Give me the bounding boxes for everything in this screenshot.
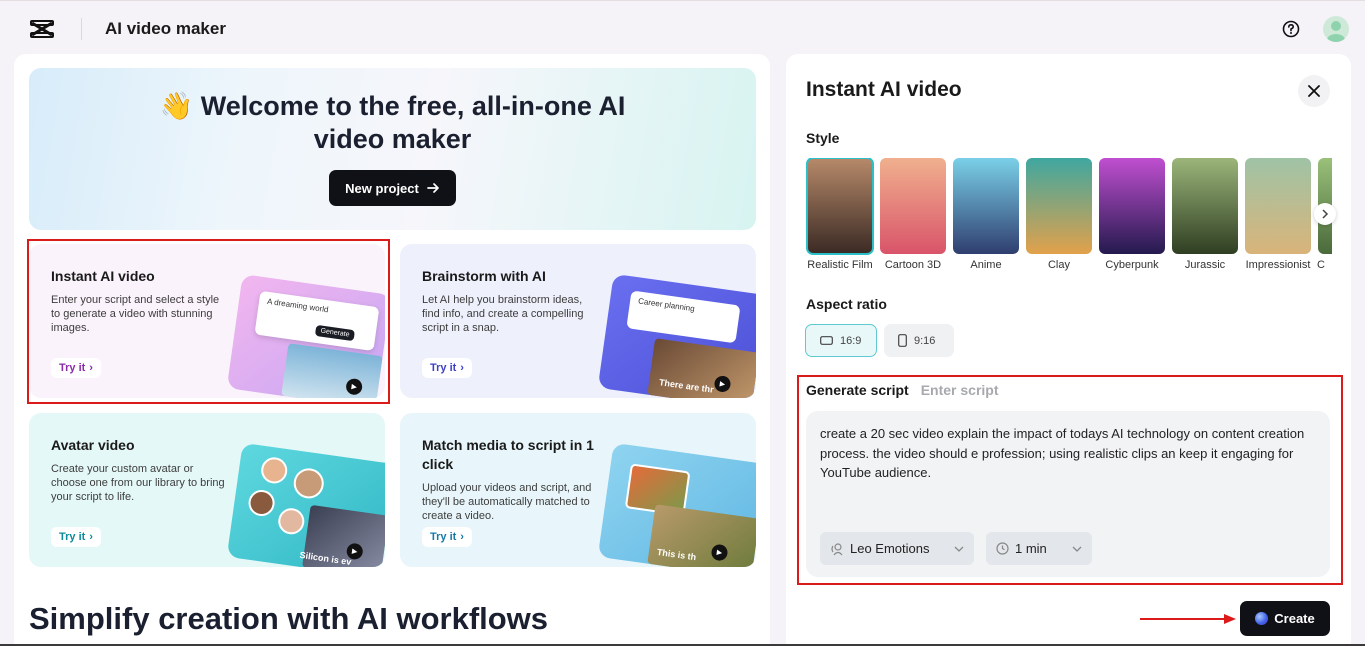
styles-next-button[interactable] xyxy=(1314,203,1336,225)
aspect-9-16-button[interactable]: 9:16 xyxy=(884,324,954,357)
welcome-title-line1: 👋 Welcome to the free, all-in-one AI xyxy=(159,91,626,121)
style-name: Cartoon 3D xyxy=(884,259,942,271)
try-it-button[interactable]: Try it › xyxy=(422,527,472,547)
user-avatar[interactable] xyxy=(1323,16,1349,42)
style-thumbnail xyxy=(1026,158,1092,254)
style-label: Style xyxy=(806,130,840,146)
card-thumbnail: Career planning There are thr ▶ xyxy=(597,273,756,398)
style-thumbnail xyxy=(806,158,874,255)
style-option-cyberpunk[interactable]: Cyberpunk xyxy=(1098,158,1166,271)
try-it-button[interactable]: Try it › xyxy=(51,527,101,547)
highlight-box-card xyxy=(27,239,390,404)
new-project-label: New project xyxy=(345,180,419,196)
close-button[interactable] xyxy=(1298,75,1330,107)
card-title: Match media to script in 1 click xyxy=(422,437,594,472)
style-option-impressionist[interactable]: Impressionist xyxy=(1244,158,1312,271)
card-brainstorm-with-ai[interactable]: Brainstorm with AI Let AI help you brain… xyxy=(400,244,756,398)
caption-text: There are thr xyxy=(658,377,715,395)
style-option-cartoon-3d[interactable]: Cartoon 3D xyxy=(879,158,947,271)
card-thumbnail: Silicon is ev ▶ xyxy=(226,442,385,567)
welcome-banner: 👋 Welcome to the free, all-in-one AI vid… xyxy=(29,68,756,230)
style-thumbnail xyxy=(880,158,946,254)
style-name: Anime xyxy=(970,259,1002,271)
portrait-icon xyxy=(898,334,907,347)
chevron-right-icon xyxy=(1322,209,1329,219)
chevron-right-icon: › xyxy=(460,362,464,374)
caption-text: Silicon is ev xyxy=(299,549,352,567)
ai-orb-icon xyxy=(1255,612,1269,625)
style-option-clay[interactable]: Clay xyxy=(1025,158,1093,271)
create-button[interactable]: Create xyxy=(1240,601,1330,636)
style-name: Cyberpunk xyxy=(1105,259,1159,271)
card-description: Upload your videos and script, and they'… xyxy=(422,482,592,522)
prompt-text: Career planning xyxy=(637,296,696,314)
style-name: Impressionist xyxy=(1245,259,1311,271)
avatar-face xyxy=(259,455,289,486)
style-thumbnail xyxy=(1099,158,1165,254)
caption-text: This is th xyxy=(656,546,697,563)
style-thumbnail xyxy=(1245,158,1311,254)
landscape-icon xyxy=(820,336,833,345)
style-option-anime[interactable]: Anime xyxy=(952,158,1020,271)
avatar-face xyxy=(246,488,277,518)
preview-image: Silicon is ev xyxy=(299,504,385,567)
try-it-button[interactable]: Try it › xyxy=(422,358,472,378)
style-name: Realistic Film xyxy=(807,259,873,271)
aspect-label: 9:16 xyxy=(914,334,936,347)
try-it-label: Try it xyxy=(59,531,86,543)
create-label: Create xyxy=(1274,611,1315,626)
style-name: Jurassic xyxy=(1184,259,1226,271)
chevron-right-icon: › xyxy=(460,531,464,543)
prompt-card: Career planning xyxy=(626,290,741,344)
card-title: Avatar video xyxy=(51,437,135,453)
preview-image: This is th xyxy=(647,504,756,567)
card-description: Create your custom avatar or choose one … xyxy=(51,463,225,503)
style-name: Clay xyxy=(1047,259,1070,271)
chevron-right-icon: › xyxy=(89,531,93,543)
app-title: AI video maker xyxy=(105,19,226,38)
card-thumbnail: This is th ▶ xyxy=(597,442,756,567)
style-thumbnail xyxy=(1172,158,1238,254)
try-it-label: Try it xyxy=(430,531,457,543)
style-name: C xyxy=(1317,259,1325,271)
card-title: Brainstorm with AI xyxy=(422,268,546,284)
card-match-media[interactable]: Match media to script in 1 click Upload … xyxy=(400,413,756,567)
avatar-face xyxy=(291,466,326,501)
top-bar: AI video maker xyxy=(0,0,1365,54)
highlight-box-script xyxy=(797,375,1343,585)
aspect-16-9-button[interactable]: 16:9 xyxy=(805,324,877,357)
panel-title: Instant AI video xyxy=(806,78,962,101)
capcut-logo-icon[interactable] xyxy=(30,19,54,39)
header-divider xyxy=(81,18,82,40)
preview-image: There are thr xyxy=(647,338,756,398)
style-thumbnail xyxy=(953,158,1019,254)
welcome-title-line2: video maker xyxy=(313,124,472,154)
style-list: Realistic Film Cartoon 3D Anime Clay Cyb… xyxy=(806,158,1332,278)
annotation-arrow-icon xyxy=(1140,614,1236,624)
help-icon[interactable] xyxy=(1282,20,1300,38)
section-title: Simplify creation with AI workflows xyxy=(29,601,549,636)
new-project-button[interactable]: New project xyxy=(329,170,456,206)
aspect-ratio-label: Aspect ratio xyxy=(806,296,887,312)
card-avatar-video[interactable]: Avatar video Create your custom avatar o… xyxy=(29,413,385,567)
page-scrollbar[interactable] xyxy=(1354,54,1362,646)
style-option-realistic-film[interactable]: Realistic Film xyxy=(806,158,874,271)
avatar-face xyxy=(276,506,306,536)
arrow-right-icon xyxy=(426,183,439,193)
welcome-title: 👋 Welcome to the free, all-in-one AI vid… xyxy=(29,90,756,156)
close-icon xyxy=(1308,85,1320,97)
aspect-label: 16:9 xyxy=(840,334,862,347)
card-description: Let AI help you brainstorm ideas, find i… xyxy=(422,294,584,334)
style-option-jurassic[interactable]: Jurassic xyxy=(1171,158,1239,271)
try-it-label: Try it xyxy=(430,362,457,374)
